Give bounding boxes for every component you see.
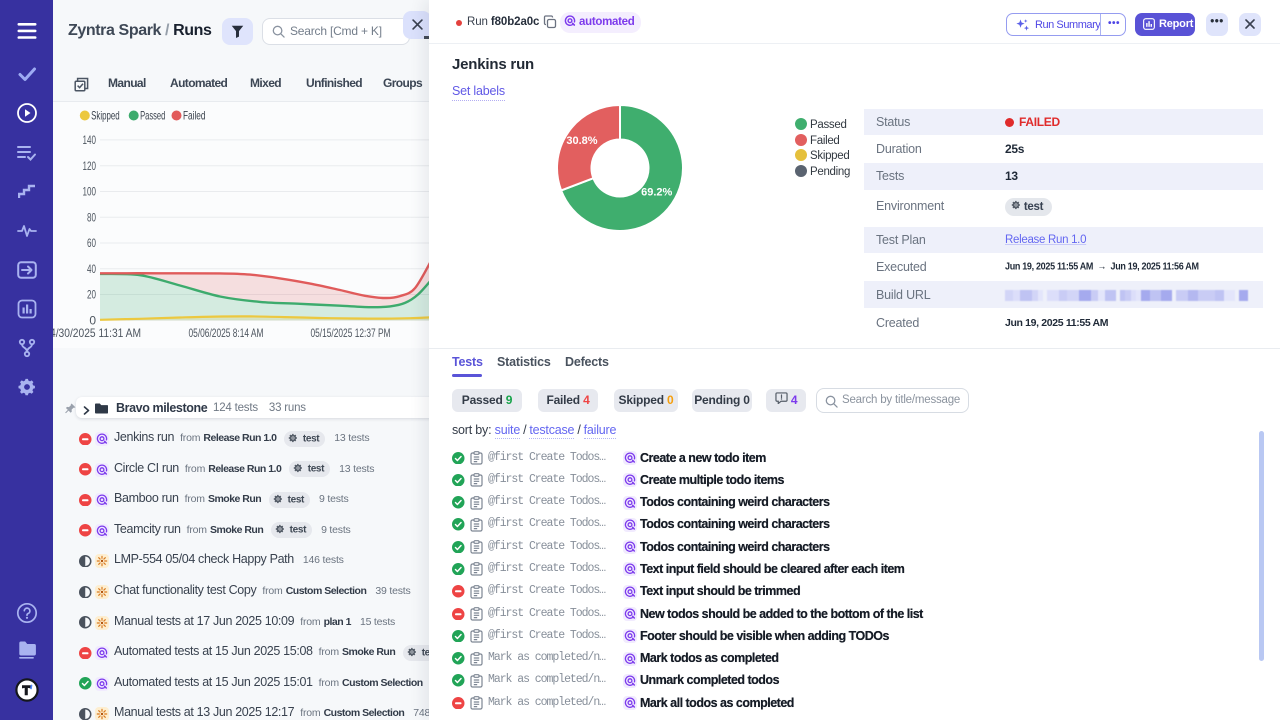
svg-text:80: 80 [87,210,96,224]
svg-text:Passed: Passed [140,109,165,123]
svg-text:05/06/2025 8:14 AM: 05/06/2025 8:14 AM [189,326,264,340]
svg-text:140: 140 [83,133,97,147]
svg-text:60: 60 [87,236,96,250]
svg-text:Skipped: Skipped [91,109,120,123]
svg-text:Failed: Failed [183,109,206,123]
svg-text:30.8%: 30.8% [566,135,597,147]
svg-text:120: 120 [83,159,97,173]
svg-text:40: 40 [87,262,96,276]
svg-text:100: 100 [83,185,97,199]
svg-text:69.2%: 69.2% [641,187,672,199]
svg-text:05/15/2025 12:37 PM: 05/15/2025 12:37 PM [311,326,391,340]
svg-text:4/30/2025 11:31 AM: 4/30/2025 11:31 AM [53,326,141,340]
svg-text:20: 20 [87,288,96,302]
